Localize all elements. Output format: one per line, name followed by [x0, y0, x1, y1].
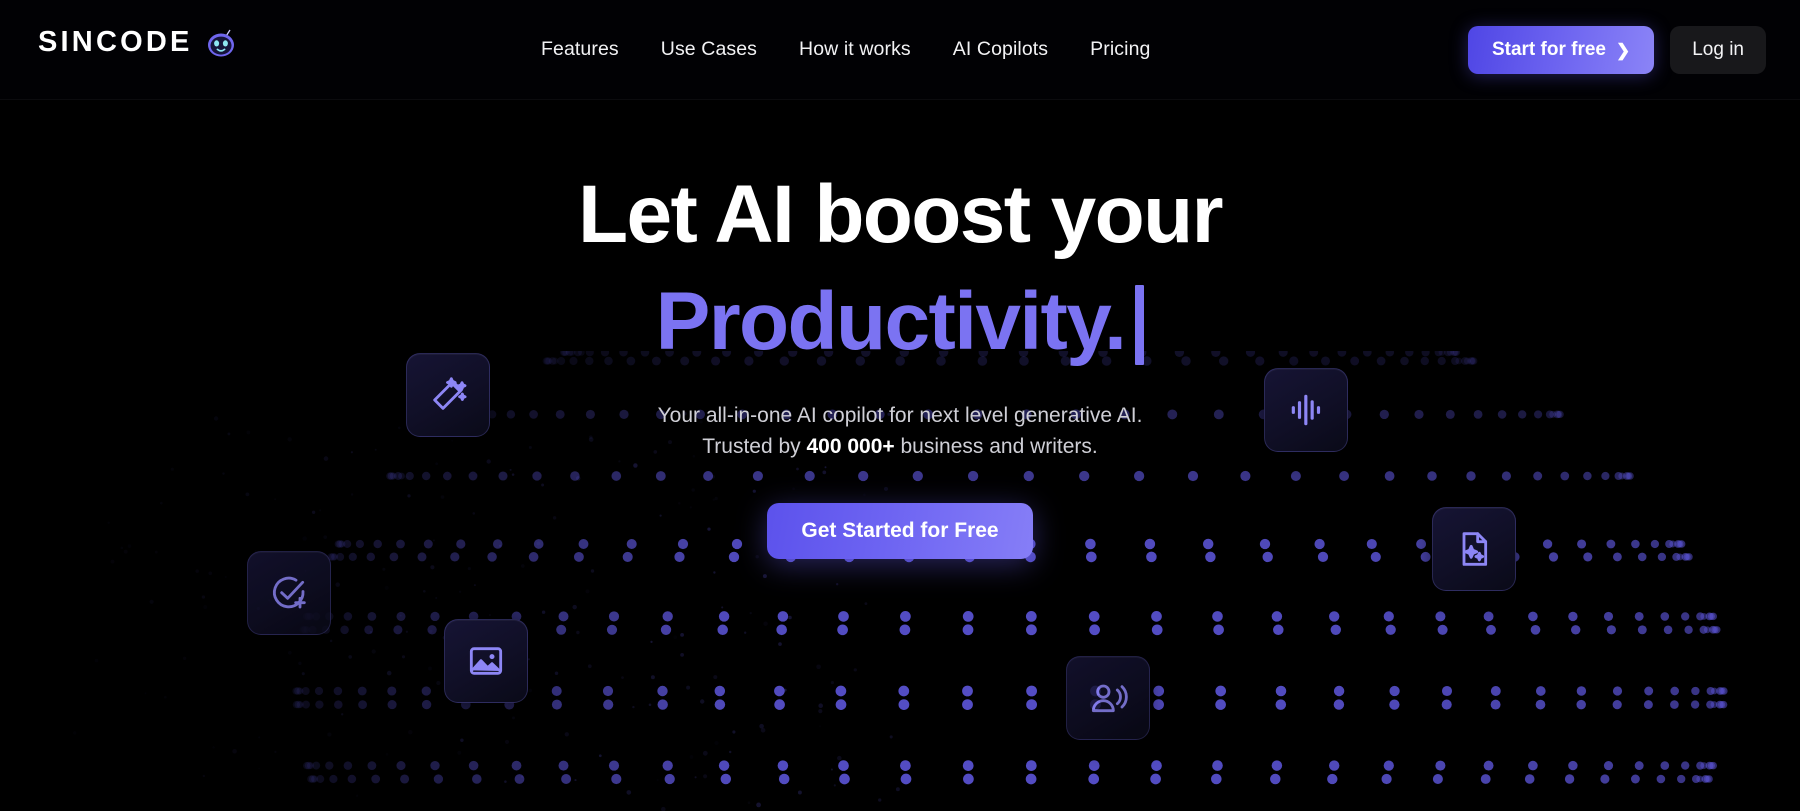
- image-card[interactable]: [444, 619, 528, 703]
- trusted-by-suffix: business and writers.: [895, 435, 1098, 458]
- page-root: SINCODE Features Use Cases How it works …: [0, 0, 1800, 811]
- robot-mascot-icon: [205, 28, 239, 58]
- user-count: 400 000+: [806, 435, 894, 458]
- brand-wordmark: SINCODE: [38, 26, 193, 59]
- hero-subtitle-line-2: Trusted by 400 000+ business and writers…: [0, 431, 1800, 463]
- check-circle-plus-icon: [269, 573, 309, 613]
- primary-nav: Features Use Cases How it works AI Copil…: [520, 0, 1171, 100]
- hero-headline-line-2: Productivity.: [0, 279, 1800, 366]
- header-actions: Start for free ❯ Log in: [1468, 26, 1766, 74]
- log-in-button[interactable]: Log in: [1670, 26, 1766, 74]
- check-circle-plus-card[interactable]: [247, 551, 331, 635]
- nav-item-pricing[interactable]: Pricing: [1069, 40, 1171, 60]
- start-for-free-label: Start for free: [1492, 39, 1606, 61]
- nav-item-ai-copilots[interactable]: AI Copilots: [932, 40, 1069, 60]
- hero-subtitle-line-1: Your all-in-one AI copilot for next leve…: [0, 400, 1800, 432]
- nav-item-use-cases[interactable]: Use Cases: [640, 40, 778, 60]
- nav-item-features[interactable]: Features: [520, 40, 640, 60]
- trusted-by-prefix: Trusted by: [702, 435, 806, 458]
- image-icon: [466, 641, 506, 681]
- hero-content: Let AI boost your Productivity. Your all…: [0, 172, 1800, 559]
- chevron-right-icon: ❯: [1616, 42, 1630, 59]
- voice-person-card[interactable]: [1066, 656, 1150, 740]
- hero-headline-accent: Productivity.: [656, 279, 1126, 366]
- brand-logo[interactable]: SINCODE: [38, 26, 239, 59]
- get-started-for-free-button[interactable]: Get Started for Free: [767, 503, 1032, 559]
- start-for-free-button[interactable]: Start for free ❯: [1468, 26, 1654, 74]
- site-header: SINCODE Features Use Cases How it works …: [0, 0, 1800, 100]
- hero-section: Let AI boost your Productivity. Your all…: [0, 100, 1800, 811]
- person-speaking-icon: [1088, 678, 1128, 718]
- typing-caret-icon: [1135, 285, 1144, 365]
- hero-subtitle: Your all-in-one AI copilot for next leve…: [0, 400, 1800, 463]
- nav-item-how-it-works[interactable]: How it works: [778, 40, 932, 60]
- hero-headline-line-1: Let AI boost your: [0, 172, 1800, 259]
